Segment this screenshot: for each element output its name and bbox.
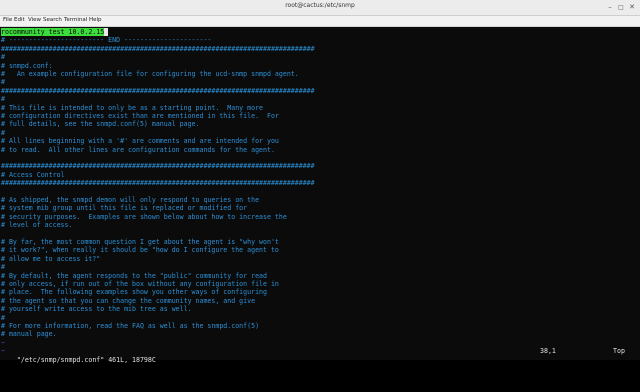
window-titlebar[interactable]: root@cactus:/etc/snmp – □ ✕ (0, 0, 640, 16)
text-cursor (104, 28, 109, 36)
menu-search[interactable]: Search (43, 17, 62, 23)
editor-line: # place. The following examples show you… (1, 288, 267, 297)
editor-line: # All lines beginning with a '#' are com… (1, 137, 279, 146)
editor-line: # level of access. (1, 221, 73, 230)
scroll-position: Top (613, 347, 625, 355)
editor-line: rocommunity test 10.0.2.15 (1, 28, 109, 36)
editor-line: # only access, if run out of the box wit… (1, 280, 279, 288)
editor-line: # snmpd.conf: (1, 61, 53, 70)
editor-line: # to read. All other lines are configura… (1, 145, 275, 154)
editor-line: # This file is intended to only be as a … (1, 103, 264, 112)
editor-line: # full details, see the snmpd.conf(5) ma… (1, 120, 200, 129)
editor-line: # Access Control (1, 170, 65, 179)
empty-buffer-tilde: ~ (1, 338, 5, 347)
editor-line: # configuration directives exist than ar… (1, 112, 279, 120)
editor-line: # (1, 78, 5, 87)
editor-line: # (1, 313, 5, 322)
menu-edit[interactable]: Edit (14, 17, 25, 23)
editor-line: # yourself write access to the mib tree … (1, 305, 192, 314)
editor-line: # the agent so that you can change the c… (1, 296, 256, 305)
editor-line: # allow me to access it?" (1, 254, 101, 263)
terminal-area[interactable]: rocommunity test 10.0.2.15 # -----------… (0, 27, 640, 364)
close-icon[interactable]: ✕ (627, 3, 637, 12)
editor-line: ########################################… (1, 162, 315, 171)
editor-line: # ------------------------ END ---------… (1, 36, 212, 45)
window-title: root@cactus:/etc/snmp (285, 2, 355, 9)
editor-line: # For more information, read the FAQ as … (1, 322, 260, 330)
editor-line: ########################################… (1, 44, 315, 53)
editor-line: # (1, 128, 5, 137)
minimize-icon[interactable]: – (605, 3, 615, 12)
menu-help[interactable]: Help (89, 17, 102, 23)
menu-view[interactable]: View (28, 17, 41, 23)
editor-line: # (1, 53, 5, 62)
vim-status-line: "/etc/snmp/snmpd.conf" 461L, 18798C 38,1… (1, 347, 631, 364)
menu-bar: File Edit View Search Terminal Help (0, 16, 640, 27)
editor-line: # (1, 263, 5, 272)
editor-line: # manual page. (1, 330, 57, 339)
status-file-info: "/etc/snmp/snmpd.conf" 461L, 18798C (16, 356, 156, 364)
editor-line: ########################################… (1, 86, 315, 95)
menu-terminal[interactable]: Terminal (64, 17, 87, 23)
editor-line: # By far, the most common question I get… (1, 238, 279, 246)
highlighted-config-line: rocommunity test 10.0.2.15 (1, 28, 105, 36)
menu-file[interactable]: File (3, 17, 12, 23)
editor-line: # As shipped, the snmpd demon will only … (1, 196, 260, 204)
editor-line: # By default, the agent responds to the … (1, 271, 267, 280)
editor-line: ########################################… (1, 179, 315, 188)
editor-line: # An example configuration file for conf… (1, 70, 299, 78)
editor-line: # security purposes. Examples are shown … (1, 212, 287, 221)
editor-line: # (1, 95, 5, 104)
maximize-icon[interactable]: □ (616, 3, 626, 12)
cursor-position: 38,1 (540, 347, 556, 355)
editor-line: # system mib group until this file is re… (1, 204, 248, 213)
editor-line: # it work?", when really it should be "h… (1, 246, 279, 255)
